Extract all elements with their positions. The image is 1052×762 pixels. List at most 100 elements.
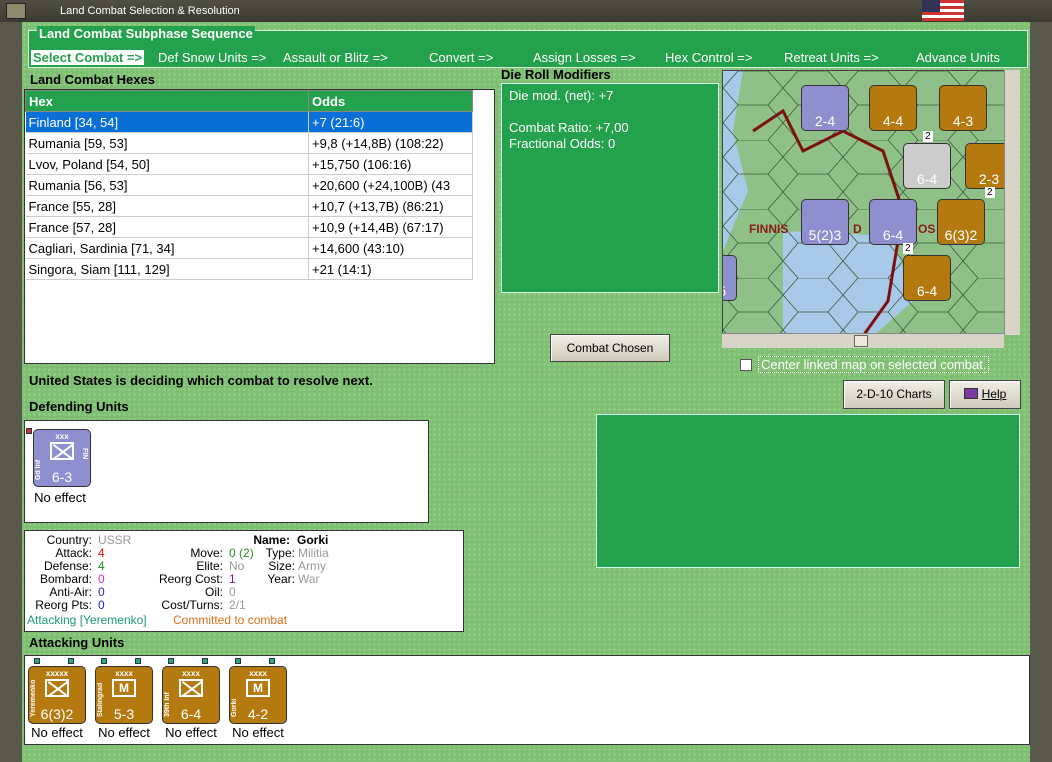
hex-row[interactable]: Singora, Siam [111, 129] +21 (14:1) xyxy=(25,258,473,280)
defending-panel: xxx Gd Inf FIN 6-3 No effect xyxy=(24,420,429,523)
map-counter-8[interactable]: 6(3)2 xyxy=(937,199,985,245)
hex-row[interactable]: Cagliari, Sardinia [71, 34] +14,600 (43:1… xyxy=(25,237,473,259)
stack-count-3: 2 xyxy=(903,243,913,254)
center-map-checkbox[interactable]: Center linked map on selected combat. xyxy=(740,356,990,373)
hexes-panel: Hex Odds Finland [34, 54] +7 (21:6) Rumani… xyxy=(24,89,495,364)
hex-row[interactable]: France [57, 28] +10,9 (+14,4B) (67:17) xyxy=(25,216,473,238)
map-vertical-scrollbar[interactable] xyxy=(1004,70,1020,335)
step-select-combat: Select Combat => xyxy=(31,50,145,65)
status-message: United States is deciding which combat t… xyxy=(29,373,373,388)
attacker-effect: No effect xyxy=(31,725,83,740)
hexes-header: Land Combat Hexes xyxy=(30,72,155,87)
militia-icon: M xyxy=(246,679,270,697)
cost-turns-value: 2/1 xyxy=(229,598,246,612)
hex-row[interactable]: Rumania [56, 53] +20,600 (+24,100B) (43 xyxy=(25,174,473,196)
defender-unit[interactable]: xxx Gd Inf FIN 6-3 xyxy=(33,429,91,487)
unit-status-dot xyxy=(235,658,241,664)
attacking-header: Attacking Units xyxy=(29,635,125,650)
committed-note: Committed to combat xyxy=(173,613,288,627)
hscroll-thumb[interactable] xyxy=(854,335,868,347)
attacking-note: Attacking [Yeremenko] xyxy=(27,613,147,627)
unit-status-dot xyxy=(168,658,174,664)
reorg-pts-label: Reorg Pts: xyxy=(35,598,92,612)
odds-cell: +10,7 (+13,7B) (86:21) xyxy=(308,195,473,217)
unit-status-dot xyxy=(135,658,141,664)
odds-cell: +15,750 (106:16) xyxy=(308,153,473,175)
hex-row[interactable]: Finland [34, 54] +7 (21:6) xyxy=(25,111,473,133)
hex-row[interactable]: Rumania [59, 53] +9,8 (+14,8B) (108:22) xyxy=(25,132,473,154)
map-counter-1[interactable]: 2-4 xyxy=(801,85,849,131)
map-label-finland: FINNIS xyxy=(749,222,788,236)
stack-count-1: 2 xyxy=(923,131,933,142)
odds-cell: +20,600 (+24,100B) (43 xyxy=(308,174,473,196)
window: Land Combat Selection & Resolution Land … xyxy=(0,0,1052,762)
attacker-unit[interactable]: xxxx Gorki M 4-2 xyxy=(229,666,287,724)
militia-icon: M xyxy=(112,679,136,697)
left-frame xyxy=(0,22,22,762)
combat-chosen-button[interactable]: Combat Chosen xyxy=(550,334,670,362)
step-assign-losses: Assign Losses => xyxy=(533,50,636,65)
step-advance: Advance Units xyxy=(916,50,1000,65)
attacker-unit[interactable]: xxxx Stalingrad M 5-3 xyxy=(95,666,153,724)
hex-cell: France [55, 28] xyxy=(25,195,309,217)
unit-status-dot xyxy=(269,658,275,664)
system-menu-icon[interactable] xyxy=(6,3,26,19)
charts-button[interactable]: 2-D-10 Charts xyxy=(843,380,945,409)
infantry-icon xyxy=(45,679,69,697)
unit-status-dot xyxy=(34,658,40,664)
odds-cell: +9,8 (+14,8B) (108:22) xyxy=(308,132,473,154)
fractional-odds: Fractional Odds: 0 xyxy=(509,136,616,151)
combat-results-area xyxy=(596,414,1020,568)
window-title: Land Combat Selection & Resolution xyxy=(60,5,240,17)
hex-cell: France [57, 28] xyxy=(25,216,309,238)
hex-cell: Lvov, Poland [54, 50] xyxy=(25,153,309,175)
map-counter-7[interactable]: 6-4 xyxy=(869,199,917,245)
step-assault-blitz: Assault or Blitz => xyxy=(283,50,388,65)
col-hex[interactable]: Hex xyxy=(25,90,309,112)
map-counter-3[interactable]: 4-3 xyxy=(939,85,987,131)
map-label-os: OS xyxy=(918,222,935,236)
unit-status-dot xyxy=(101,658,107,664)
map-counter-2[interactable]: 4-4 xyxy=(869,85,917,131)
col-odds[interactable]: Odds xyxy=(308,90,473,112)
checkbox-box[interactable] xyxy=(740,359,752,371)
map-horizontal-scrollbar[interactable] xyxy=(722,333,1004,348)
stack-count-2: 2 xyxy=(985,187,995,198)
odds-cell: +7 (21:6) xyxy=(308,111,473,133)
hex-row[interactable]: France [55, 28] +10,7 (+13,7B) (86:21) xyxy=(25,195,473,217)
attacker-unit[interactable]: xxxxx Yeremenko 6(3)2 xyxy=(28,666,86,724)
attacker-effect: No effect xyxy=(232,725,284,740)
odds-cell: +21 (14:1) xyxy=(308,258,473,280)
linked-map[interactable]: FINNIS D OS 2-4 4-4 4-3 6-4 2-3 5(2)3 6-… xyxy=(722,70,1020,335)
subphase-sequence: Land Combat Subphase Sequence Select Com… xyxy=(28,26,1028,68)
attacker-effect: No effect xyxy=(165,725,217,740)
year-label: Year: xyxy=(267,572,295,586)
attacker-unit[interactable]: xxxx 39th Inf 6-4 xyxy=(162,666,220,724)
die-mod-net: Die mod. (net): +7 xyxy=(509,88,614,103)
hex-cell: Singora, Siam [111, 129] xyxy=(25,258,309,280)
map-counter-6[interactable]: 5(2)3 xyxy=(801,199,849,245)
map-counter-10[interactable]: -5 xyxy=(723,255,737,301)
combat-ratio: Combat Ratio: +7,00 xyxy=(509,120,629,135)
odds-cell: +14,600 (43:10) xyxy=(308,237,473,259)
die-modifiers-box: Die mod. (net): +7 Combat Ratio: +7,00 F… xyxy=(501,83,719,293)
attacker-effect: No effect xyxy=(98,725,150,740)
map-counter-4[interactable]: 6-4 xyxy=(903,143,951,189)
unit-info-panel: Country: USSR Attack: 4 Defense: 4 Bomba… xyxy=(24,530,464,632)
map-counter-9[interactable]: 6-4 xyxy=(903,255,951,301)
die-header: Die Roll Modifiers xyxy=(501,67,611,82)
hex-row[interactable]: Lvov, Poland [54, 50] +15,750 (106:16) xyxy=(25,153,473,175)
step-convert: Convert => xyxy=(429,50,494,65)
step-hex-control: Hex Control => xyxy=(665,50,753,65)
defending-header: Defending Units xyxy=(29,399,129,414)
year-value: War xyxy=(298,572,320,586)
center-map-label: Center linked map on selected combat. xyxy=(758,356,990,373)
unit-status-dot xyxy=(68,658,74,664)
hex-cell: Finland [34, 54] xyxy=(25,111,309,133)
sequence-label: Land Combat Subphase Sequence xyxy=(37,26,255,41)
us-flag-icon xyxy=(922,0,964,21)
odds-cell: +10,9 (+14,4B) (67:17) xyxy=(308,216,473,238)
defender-flag-dot xyxy=(26,428,32,434)
help-button[interactable]: Help xyxy=(949,380,1021,409)
attacking-panel: xxxxx Yeremenko 6(3)2 No effect xxxx Stalingr… xyxy=(24,655,1030,745)
